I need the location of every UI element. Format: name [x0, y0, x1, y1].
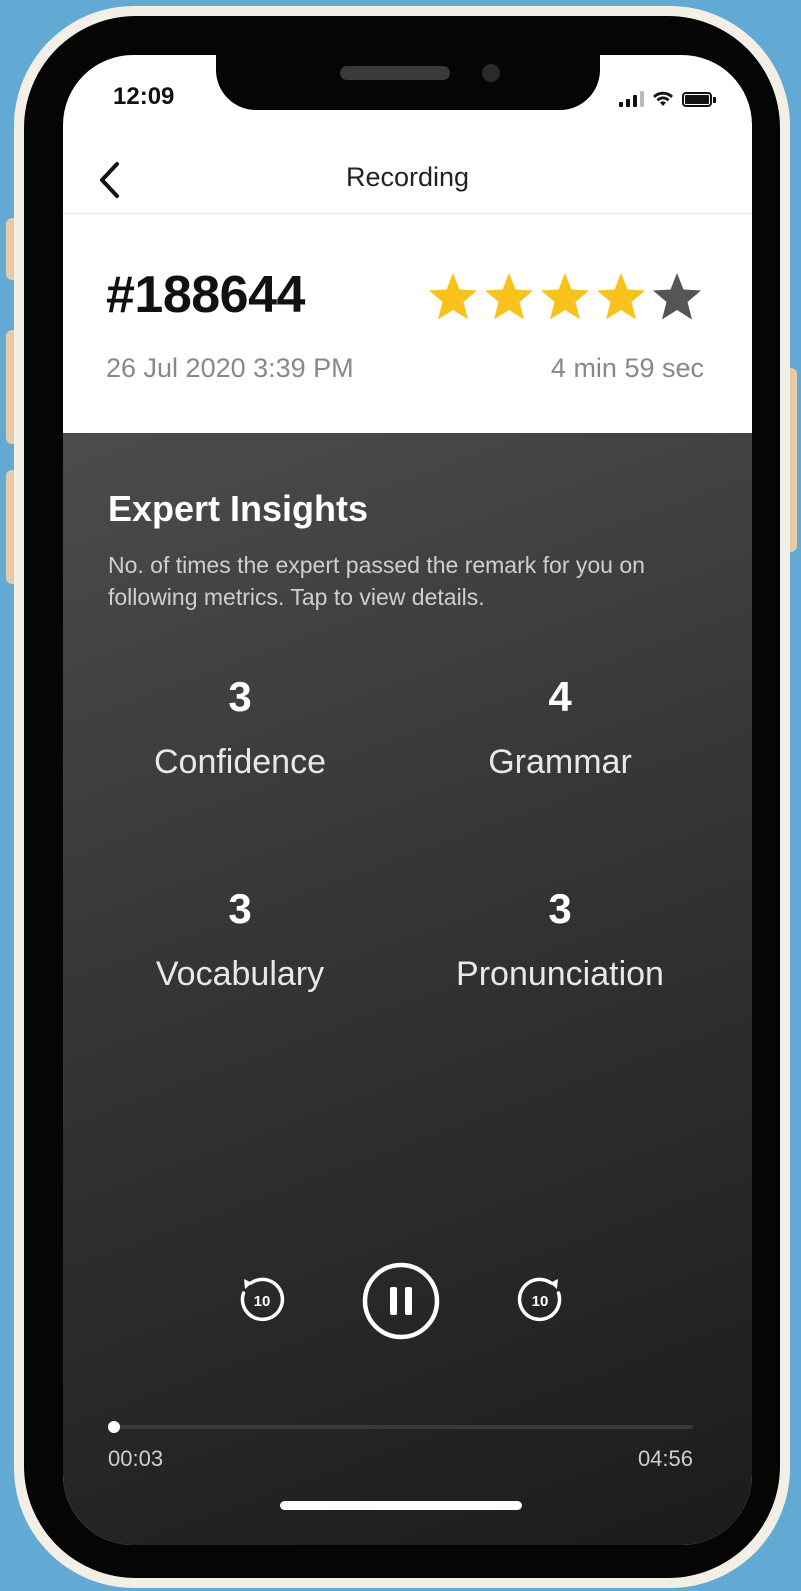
playback-scrubber[interactable] — [107, 1421, 693, 1433]
star-rating — [426, 271, 704, 323]
insights-title: Expert Insights — [108, 488, 369, 529]
forward-10-button[interactable]: 10 — [513, 1273, 567, 1327]
metric-count: 3 — [228, 885, 252, 932]
metric-label: Confidence — [153, 743, 326, 781]
metric-pronunciation[interactable]: 3 Pronunciation — [410, 885, 710, 994]
player-controls: 10 10 — [63, 1261, 752, 1341]
pause-button[interactable] — [361, 1261, 441, 1341]
current-time: 00:03 — [108, 1446, 164, 1471]
expert-insights-panel: Expert Insights No. of times the expert … — [63, 433, 752, 1545]
nav-bar: Recording — [63, 150, 752, 214]
metric-vocabulary[interactable]: 3 Vocabulary — [90, 885, 390, 994]
star-filled-icon — [597, 273, 645, 320]
metric-grammar[interactable]: 4 Grammar — [410, 673, 710, 782]
home-indicator[interactable] — [280, 1501, 522, 1510]
insights-description: No. of times the expert passed the remar… — [108, 552, 645, 610]
status-bar-time: 12:09 — [113, 83, 175, 110]
status-bar-icons — [619, 89, 716, 107]
recording-id: #188644 — [106, 266, 305, 324]
cellular-signal-icon — [619, 91, 644, 107]
page-title: Recording — [345, 162, 470, 192]
metric-label: Grammar — [488, 743, 632, 781]
star-filled-icon — [485, 273, 533, 320]
metric-label: Pronunciation — [456, 955, 664, 993]
metric-count: 4 — [548, 673, 572, 720]
star-filled-icon — [429, 273, 477, 320]
star-empty-icon — [653, 273, 701, 320]
wifi-icon — [653, 91, 673, 106]
battery-icon — [682, 92, 716, 107]
metric-count: 3 — [548, 885, 572, 932]
metric-label: Vocabulary — [155, 955, 325, 993]
recording-date: 26 Jul 2020 3:39 PM — [106, 353, 354, 383]
phone-screen: 12:09 Recording #188644 26 Jul 2020 3:39… — [63, 55, 752, 1545]
phone-speaker — [340, 66, 450, 80]
metric-count: 3 — [228, 673, 252, 720]
metric-confidence[interactable]: 3 Confidence — [90, 673, 390, 782]
recording-info: #188644 26 Jul 2020 3:39 PM 4 min 59 sec — [63, 215, 752, 433]
total-time: 04:56 — [637, 1446, 693, 1471]
star-filled-icon — [541, 273, 589, 320]
front-camera — [482, 64, 500, 82]
rewind-10-button[interactable]: 10 — [235, 1273, 289, 1327]
recording-duration: 4 min 59 sec — [550, 353, 704, 383]
rewind-seconds-label: 10 — [254, 1293, 271, 1310]
forward-seconds-label: 10 — [532, 1293, 549, 1310]
scrubber-handle[interactable] — [107, 1421, 120, 1433]
